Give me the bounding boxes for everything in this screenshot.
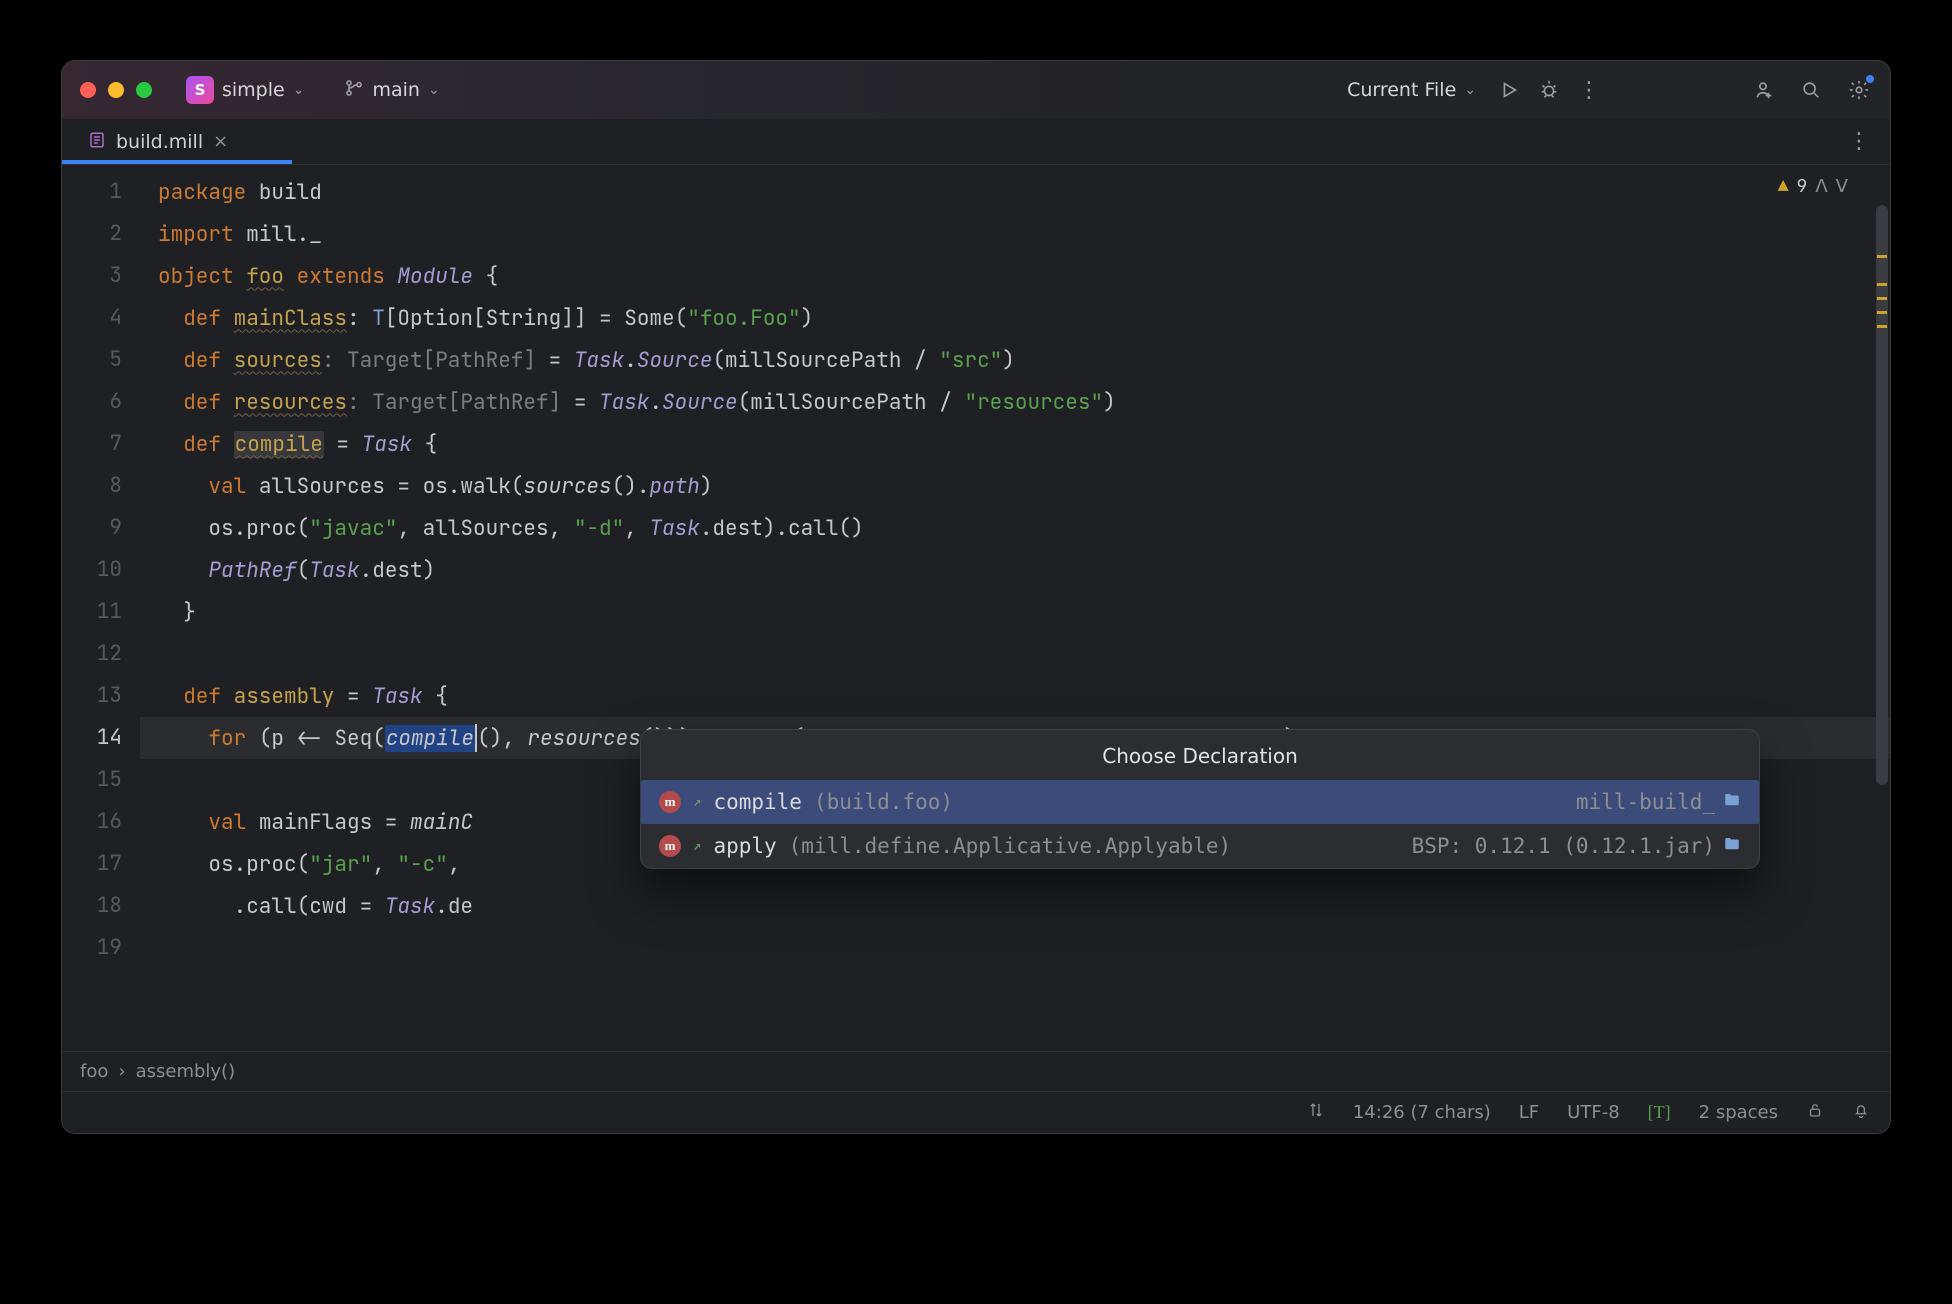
run-config-name: Current File [1347, 79, 1456, 101]
run-config-selector[interactable]: Current File ⌄ [1341, 75, 1482, 105]
breadcrumb-item[interactable]: foo [80, 1061, 108, 1082]
close-window-button[interactable] [80, 82, 96, 98]
line-number: 18 [62, 885, 122, 927]
line-number: 7 [62, 423, 122, 465]
line-number: 10 [62, 549, 122, 591]
editor-tabs: build.mill × ⋮ [62, 119, 1890, 165]
declaration-option[interactable]: m ↗ apply (mill.define.Applicative.Apply… [641, 824, 1759, 868]
line-number: 9 [62, 507, 122, 549]
link-icon: ↗ [693, 838, 701, 854]
line-number: 17 [62, 843, 122, 885]
method-icon: m [659, 835, 681, 857]
line-number: 16 [62, 801, 122, 843]
cursor-position[interactable]: 14:26 (7 chars) [1353, 1102, 1491, 1123]
breadcrumb-item[interactable]: assembly() [136, 1061, 236, 1082]
breadcrumb[interactable]: foo › assembly() [62, 1051, 1890, 1091]
file-encoding[interactable]: UTF-8 [1567, 1102, 1619, 1123]
line-number: 15 [62, 759, 122, 801]
file-icon [88, 131, 106, 153]
project-badge-icon: S [186, 76, 214, 104]
ide-window: S simple ⌄ main ⌄ Current File ⌄ ⋮ [61, 60, 1891, 1134]
titlebar: S simple ⌄ main ⌄ Current File ⌄ ⋮ [62, 61, 1890, 119]
prev-problem-icon[interactable]: ᐱ [1815, 175, 1827, 198]
line-ending[interactable]: LF [1519, 1102, 1539, 1123]
option-location: (build.foo) [814, 790, 953, 814]
type-aware-badge[interactable]: [T] [1648, 1102, 1671, 1123]
chevron-down-icon: ⌄ [1464, 82, 1476, 98]
indent-setting[interactable]: 2 spaces [1699, 1102, 1778, 1123]
branch-selector[interactable]: main ⌄ [338, 74, 445, 106]
folder-icon [1723, 790, 1741, 814]
line-number: 3 [62, 255, 122, 297]
code-content[interactable]: package build import mill._ object foo e… [140, 165, 1890, 1051]
close-tab-icon[interactable]: × [213, 131, 228, 152]
sync-icon[interactable] [1307, 1101, 1325, 1124]
project-selector[interactable]: S simple ⌄ [180, 72, 310, 108]
line-number: 4 [62, 297, 122, 339]
option-module: BSP: 0.12.1 (0.12.1.jar) [1412, 834, 1715, 858]
breadcrumb-separator-icon: › [118, 1061, 125, 1082]
inspection-summary[interactable]: ▲ 9 ᐱ ᐯ [1778, 175, 1848, 198]
declaration-option[interactable]: m ↗ compile (build.foo) mill-build_ [641, 780, 1759, 824]
line-number: 1 [62, 171, 122, 213]
project-name: simple [222, 79, 285, 101]
warning-count: 9 [1797, 175, 1808, 198]
more-actions-button[interactable]: ⋮ [1576, 77, 1602, 103]
chevron-down-icon: ⌄ [428, 82, 440, 98]
debug-button[interactable] [1536, 77, 1562, 103]
branch-icon [344, 78, 364, 102]
minimize-window-button[interactable] [108, 82, 124, 98]
line-number: 6 [62, 381, 122, 423]
search-icon[interactable] [1798, 77, 1824, 103]
warning-icon: ▲ [1778, 175, 1789, 198]
run-button[interactable] [1496, 77, 1522, 103]
maximize-window-button[interactable] [136, 82, 152, 98]
line-number: 14 [62, 717, 122, 759]
folder-icon [1723, 834, 1741, 858]
code-editor[interactable]: 1 2 3 4 5 6 7 8 9 10 11 12 13 14 15 16 1… [62, 165, 1890, 1051]
branch-name: main [372, 79, 419, 101]
next-problem-icon[interactable]: ᐯ [1836, 175, 1848, 198]
tab-label: build.mill [116, 131, 203, 153]
line-number: 5 [62, 339, 122, 381]
active-tab-indicator [62, 160, 292, 164]
method-icon: m [659, 791, 681, 813]
link-icon: ↗ [693, 794, 701, 810]
option-location: (mill.define.Applicative.Applyable) [789, 834, 1232, 858]
choose-declaration-popup: Choose Declaration m ↗ compile (build.fo… [640, 729, 1760, 869]
line-number: 12 [62, 633, 122, 675]
gutter: 1 2 3 4 5 6 7 8 9 10 11 12 13 14 15 16 1… [62, 165, 140, 1051]
notifications-icon[interactable] [1852, 1101, 1870, 1124]
update-indicator-icon [1866, 75, 1874, 83]
status-bar: 14:26 (7 chars) LF UTF-8 [T] 2 spaces [62, 1091, 1890, 1133]
line-number: 8 [62, 465, 122, 507]
line-number: 13 [62, 675, 122, 717]
lock-icon[interactable] [1806, 1101, 1824, 1124]
tab-more-button[interactable]: ⋮ [1848, 129, 1870, 154]
tab-build-mill[interactable]: build.mill × [72, 119, 244, 164]
line-number: 19 [62, 927, 122, 969]
code-with-me-icon[interactable] [1750, 77, 1776, 103]
chevron-down-icon: ⌄ [293, 82, 305, 98]
option-module: mill-build_ [1576, 790, 1715, 814]
marker-strip [1874, 165, 1890, 1051]
line-number: 2 [62, 213, 122, 255]
option-name: apply [713, 834, 776, 858]
popup-title: Choose Declaration [641, 730, 1759, 780]
settings-icon[interactable] [1846, 77, 1872, 103]
option-name: compile [713, 790, 802, 814]
window-controls [80, 82, 152, 98]
line-number: 11 [62, 591, 122, 633]
